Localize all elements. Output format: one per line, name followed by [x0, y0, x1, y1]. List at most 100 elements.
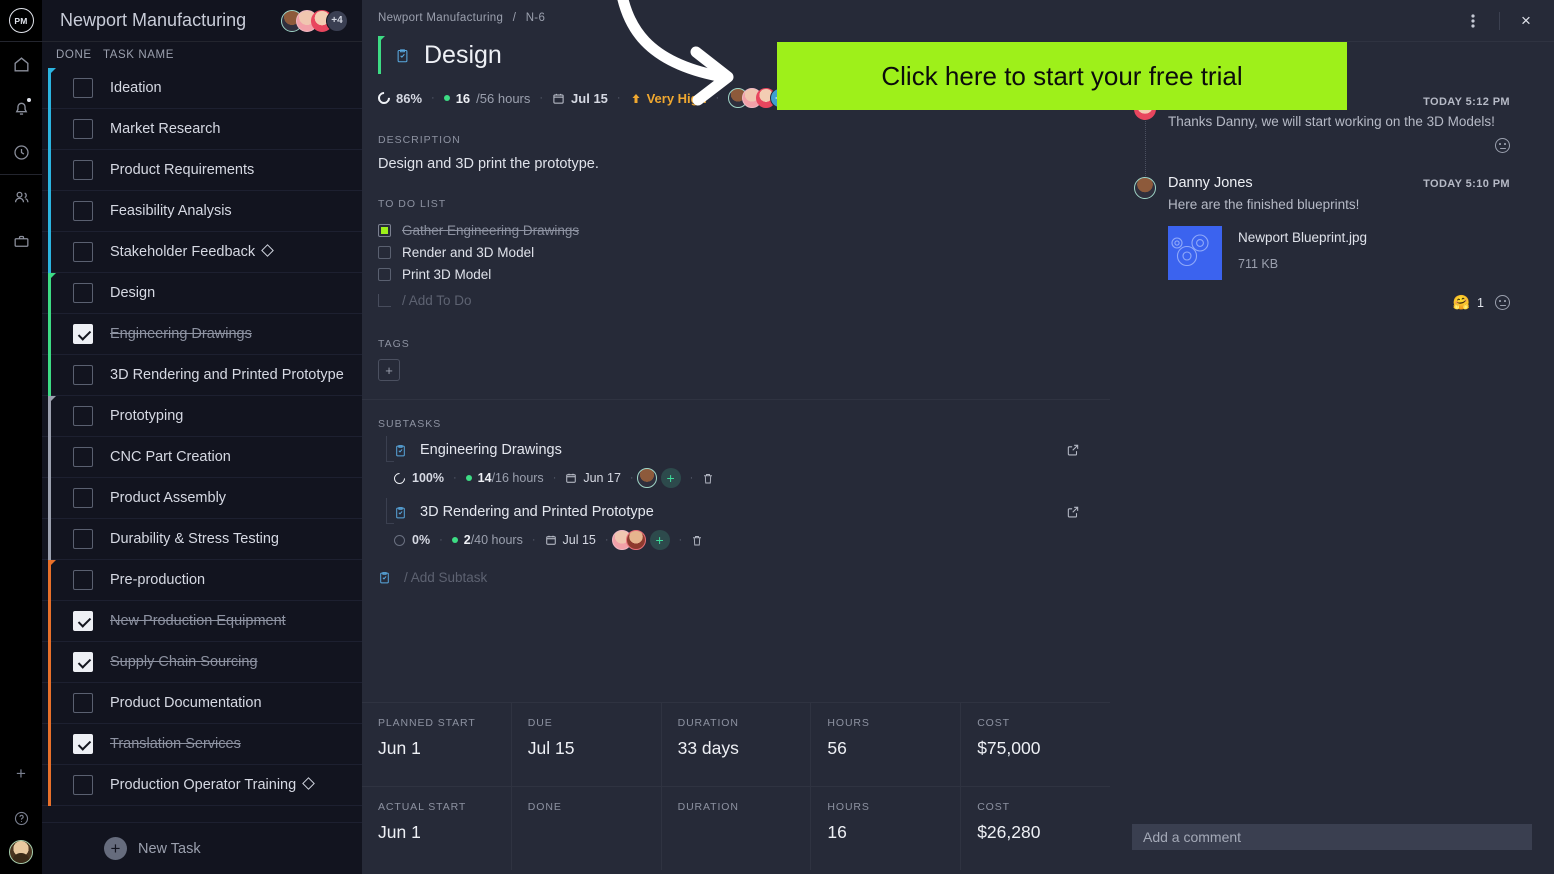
description-text[interactable]: Design and 3D print the prototype.	[378, 156, 1110, 172]
subtask-list[interactable]: Engineering Drawings 100% · 14/16 hours · Jun…	[378, 436, 1110, 550]
task-row[interactable]: Ideation	[42, 68, 362, 109]
attachment-reactions: 🤗 1	[1110, 294, 1534, 311]
task-row[interactable]: Product Requirements	[42, 150, 362, 191]
stat-cell[interactable]: DUE Jul 15	[512, 703, 662, 786]
stat-cell[interactable]: DURATION 33 days	[662, 703, 812, 786]
clock-icon[interactable]	[0, 130, 42, 174]
task-row[interactable]: Supply Chain Sourcing	[42, 642, 362, 683]
stat-cell[interactable]: COST $26,280	[961, 787, 1110, 870]
task-done-checkbox[interactable]	[73, 693, 93, 713]
task-done-checkbox[interactable]	[73, 570, 93, 590]
task-done-checkbox[interactable]	[73, 447, 93, 467]
task-done-checkbox[interactable]	[73, 324, 93, 344]
task-list[interactable]: Ideation Market Research Product Requireme…	[42, 68, 362, 828]
task-row[interactable]: Production Operator Training	[42, 765, 362, 806]
task-row[interactable]: Prototyping	[42, 396, 362, 437]
add-tag-button[interactable]: +	[378, 359, 400, 381]
subtask-item[interactable]: 3D Rendering and Printed Prototype 0% · 2/4…	[386, 498, 1110, 550]
meta-separator: ·	[431, 92, 435, 104]
add-reaction-icon[interactable]	[1495, 138, 1510, 153]
bell-icon[interactable]	[0, 86, 42, 130]
task-done-checkbox[interactable]	[73, 734, 93, 754]
task-row[interactable]: Engineering Drawings	[42, 314, 362, 355]
task-done-checkbox[interactable]	[73, 652, 93, 672]
comment-input[interactable]	[1132, 824, 1532, 850]
comment-attachment[interactable]: Newport Blueprint.jpg 711 KB	[1110, 226, 1534, 280]
project-members-avatars[interactable]: +4	[281, 9, 348, 32]
delete-subtask-icon[interactable]	[691, 534, 703, 547]
add-reaction-icon[interactable]	[1495, 295, 1510, 310]
user-avatar[interactable]	[9, 840, 33, 864]
breadcrumb-project[interactable]: Newport Manufacturing	[378, 12, 503, 24]
task-done-checkbox[interactable]	[73, 201, 93, 221]
todo-item[interactable]: Gather Engineering Drawings	[378, 219, 1110, 241]
task-done-checkbox[interactable]	[73, 611, 93, 631]
subtask-hours-total: /40 hours	[470, 533, 523, 547]
stat-cell[interactable]: COST $75,000	[961, 703, 1110, 786]
task-row[interactable]: 3D Rendering and Printed Prototype	[42, 355, 362, 396]
home-icon[interactable]	[0, 42, 42, 86]
todo-checkbox[interactable]	[378, 267, 391, 281]
todo-checkbox[interactable]	[378, 245, 391, 259]
task-row[interactable]: Product Documentation	[42, 683, 362, 724]
priority-indicator[interactable]: Very High	[630, 91, 707, 106]
todo-checkbox[interactable]	[378, 223, 391, 237]
add-assignee-button[interactable]: +	[649, 530, 670, 550]
new-task-button[interactable]: + New Task	[42, 822, 362, 874]
task-row[interactable]: Pre-production	[42, 560, 362, 601]
add-subtask-row[interactable]: / Add Subtask	[378, 570, 1110, 585]
task-row[interactable]: Design	[42, 273, 362, 314]
stat-cell[interactable]: ACTUAL START Jun 1	[362, 787, 512, 870]
task-done-checkbox[interactable]	[73, 406, 93, 426]
task-row[interactable]: New Production Equipment	[42, 601, 362, 642]
add-todo-row[interactable]: / Add To Do	[378, 288, 1110, 312]
task-row[interactable]: Translation Services	[42, 724, 362, 765]
task-row[interactable]: Feasibility Analysis	[42, 191, 362, 232]
more-options-icon[interactable]	[1459, 7, 1487, 35]
task-row[interactable]: Durability & Stress Testing	[42, 519, 362, 560]
close-icon[interactable]: ×	[1512, 7, 1540, 35]
open-subtask-icon[interactable]	[1066, 505, 1080, 519]
task-done-checkbox[interactable]	[73, 242, 93, 262]
task-done-checkbox[interactable]	[73, 160, 93, 180]
todo-item[interactable]: Render and 3D Model	[378, 241, 1110, 263]
delete-subtask-icon[interactable]	[702, 472, 714, 485]
nav-rail: PM +	[0, 0, 42, 874]
breadcrumb[interactable]: Newport Manufacturing / N-6	[362, 0, 1110, 24]
open-subtask-icon[interactable]	[1066, 443, 1080, 457]
task-group-color-bar	[48, 150, 51, 191]
stat-cell[interactable]: HOURS 56	[811, 703, 962, 786]
breadcrumb-task-id[interactable]: N-6	[526, 12, 545, 24]
task-done-checkbox[interactable]	[73, 529, 93, 549]
task-done-checkbox[interactable]	[73, 365, 93, 385]
add-icon[interactable]: +	[0, 752, 42, 796]
hours-indicator[interactable]: 16/56 hours	[443, 91, 530, 106]
app-logo[interactable]: PM	[0, 0, 42, 42]
todo-list[interactable]: Gather Engineering Drawings Render and 3D…	[378, 219, 1110, 285]
people-icon[interactable]	[0, 175, 42, 219]
task-done-checkbox[interactable]	[73, 488, 93, 508]
task-row[interactable]: CNC Part Creation	[42, 437, 362, 478]
task-done-checkbox[interactable]	[73, 78, 93, 98]
stat-cell[interactable]: PLANNED START Jun 1	[362, 703, 512, 786]
stat-cell[interactable]: DONE	[512, 787, 662, 870]
hours-dot-icon	[451, 537, 458, 543]
task-row[interactable]: Stakeholder Feedback	[42, 232, 362, 273]
stat-cell[interactable]: DURATION	[662, 787, 812, 870]
help-icon[interactable]	[0, 796, 42, 840]
stat-cell[interactable]: HOURS 16	[811, 787, 962, 870]
progress-indicator[interactable]: 86%	[375, 89, 422, 107]
subtask-item[interactable]: Engineering Drawings 100% · 14/16 hours · Jun…	[386, 436, 1110, 488]
task-name-label: Engineering Drawings	[110, 326, 252, 342]
task-row[interactable]: Market Research	[42, 109, 362, 150]
add-assignee-button[interactable]: +	[660, 468, 681, 488]
due-date-indicator[interactable]: Jul 15	[552, 91, 608, 106]
briefcase-icon[interactable]	[0, 219, 42, 263]
hug-emoji-icon[interactable]: 🤗	[1453, 294, 1470, 311]
free-trial-banner[interactable]: Click here to start your free trial	[777, 42, 1347, 110]
task-done-checkbox[interactable]	[73, 119, 93, 139]
task-done-checkbox[interactable]	[73, 283, 93, 303]
task-row[interactable]: Product Assembly	[42, 478, 362, 519]
todo-item[interactable]: Print 3D Model	[378, 263, 1110, 285]
task-done-checkbox[interactable]	[73, 775, 93, 795]
